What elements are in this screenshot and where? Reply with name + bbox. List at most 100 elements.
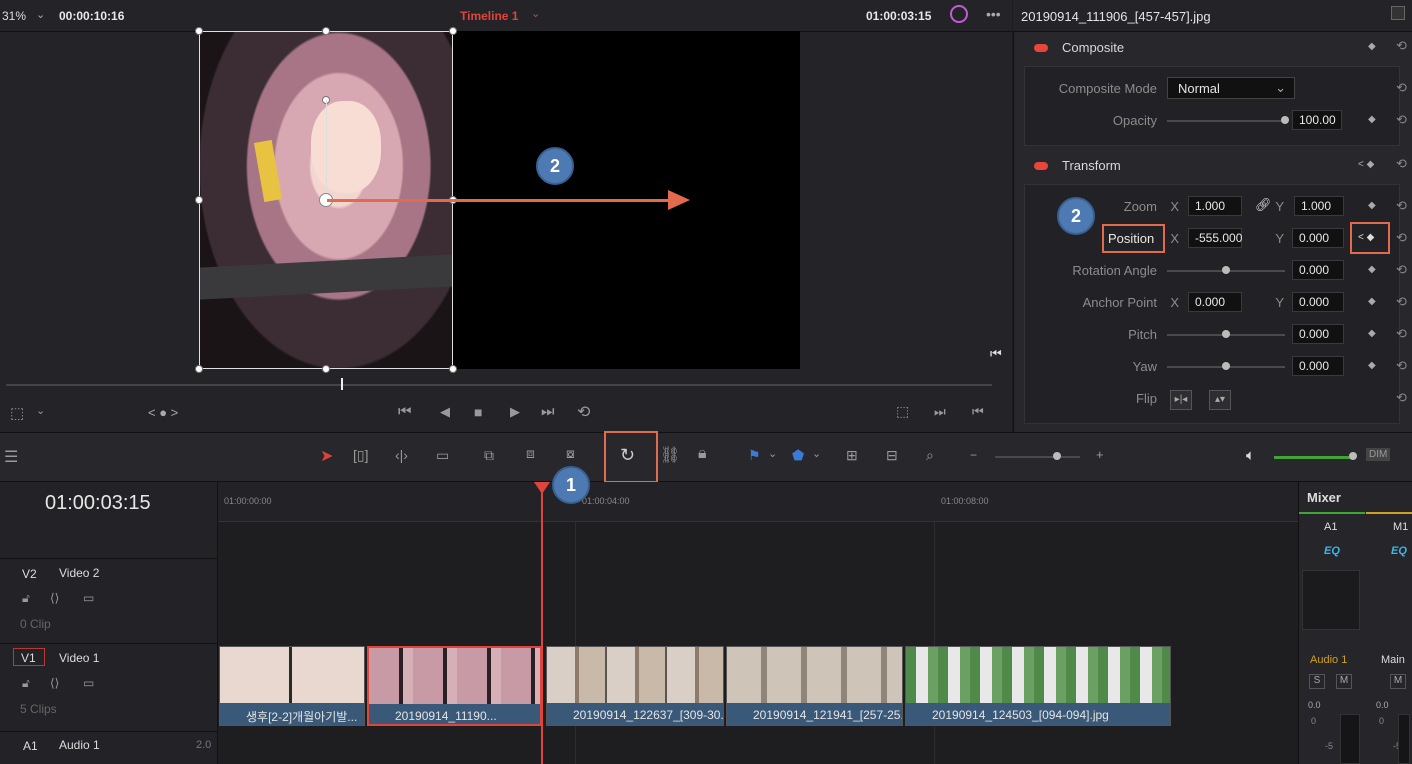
color-effects-icon[interactable] <box>950 5 968 23</box>
prev-frame-icon[interactable]: ⏮ <box>972 404 984 420</box>
scrubber-playhead[interactable] <box>341 378 343 390</box>
disable-track-icon[interactable]: ▭ <box>83 676 94 690</box>
playhead-marker[interactable] <box>534 482 550 494</box>
composite-mode-select[interactable]: Normal ⌄ <box>1167 77 1295 99</box>
transform-overlay-icon[interactable]: ⬚ <box>10 404 24 422</box>
position-y-field[interactable]: 0.000 <box>1292 228 1344 248</box>
pan-control[interactable] <box>1302 570 1360 630</box>
position-reset-icon[interactable]: ⟲ <box>1396 230 1407 246</box>
layout-toggle-icon[interactable]: ☰ <box>4 447 18 467</box>
more-options-icon[interactable]: ••• <box>986 6 1001 22</box>
anchor-y-field[interactable]: 0.000 <box>1292 292 1344 312</box>
yaw-keyframe-icon[interactable]: ◆ <box>1368 360 1376 371</box>
insert-clip-icon[interactable]: ⧉ <box>484 447 494 464</box>
transform-handle[interactable] <box>322 27 330 35</box>
zoom-keyframe-icon[interactable]: ◆ <box>1368 200 1376 211</box>
volume-slider[interactable] <box>1274 456 1352 459</box>
track-id-a1[interactable]: A1 <box>23 739 38 753</box>
yaw-field[interactable]: 0.000 <box>1292 356 1344 376</box>
overlay-dropdown-icon[interactable]: ⌄ <box>36 404 45 417</box>
jump-end-icon[interactable]: ⏭ <box>541 403 555 420</box>
main-fader[interactable] <box>1398 714 1410 764</box>
rotation-field[interactable]: 0.000 <box>1292 260 1344 280</box>
trim-tool-icon[interactable]: [▯] <box>353 447 368 464</box>
rotation-keyframe-icon[interactable]: ◆ <box>1368 264 1376 275</box>
pitch-field[interactable]: 0.000 <box>1292 324 1344 344</box>
opacity-keyframe-icon[interactable]: ◆ <box>1368 114 1376 125</box>
eq-label[interactable]: EQ <box>1391 545 1407 557</box>
opacity-slider[interactable] <box>1167 120 1285 122</box>
track-id-v2[interactable]: V2 <box>22 567 37 581</box>
position-x-field[interactable]: -555.000 <box>1188 228 1242 248</box>
zoom-reset-icon[interactable]: ⟲ <box>1396 198 1407 214</box>
timeline-clip-selected[interactable]: 20190914_11190... <box>367 646 542 726</box>
inspector-expand-icon[interactable] <box>1391 6 1405 20</box>
play-reverse-icon[interactable]: ◀ <box>440 404 450 420</box>
pitch-slider-knob[interactable] <box>1222 330 1230 338</box>
zoom-x-field[interactable]: 1.000 <box>1188 196 1242 216</box>
timeline-clip[interactable]: 20190914_124503_[094-094].jpg <box>905 646 1171 726</box>
yaw-slider-knob[interactable] <box>1222 362 1230 370</box>
flip-vertical-icon[interactable]: ▴▾ <box>1209 390 1231 410</box>
zoom-custom-icon[interactable]: ⌕ <box>926 447 934 464</box>
zoom-out-icon[interactable]: − <box>970 448 977 462</box>
timeline-name[interactable]: Timeline 1 <box>460 9 518 23</box>
audio1-fader[interactable] <box>1340 714 1360 764</box>
anchor-keyframe-icon[interactable]: ◆ <box>1368 296 1376 307</box>
snapping-icon[interactable]: ↻ <box>620 445 635 466</box>
transform-reset-icon[interactable]: ⟲ <box>1396 156 1407 172</box>
transform-header[interactable]: Transform <box>1062 158 1121 173</box>
zoom-y-field[interactable]: 1.000 <box>1294 196 1344 216</box>
flip-horizontal-icon[interactable]: ▸|◂ <box>1170 390 1192 410</box>
anchor-x-field[interactable]: 0.000 <box>1188 292 1242 312</box>
zoom-level[interactable]: 31% <box>2 9 26 23</box>
pitch-reset-icon[interactable]: ⟲ <box>1396 326 1407 342</box>
jump-start-icon[interactable]: ⏮ <box>398 403 412 420</box>
lock-icon[interactable]: 🔓︎ <box>22 676 30 691</box>
timeline-zoom-slider[interactable] <box>995 456 1080 458</box>
keyframe-nav[interactable]: < ● > <box>148 405 178 420</box>
next-frame-icon[interactable]: ⏭ <box>934 404 946 420</box>
first-frame-marker-icon[interactable]: ⏮ <box>990 346 1002 362</box>
overwrite-clip-icon[interactable]: ⧈ <box>526 445 535 462</box>
track-name-v2[interactable]: Video 2 <box>59 566 99 580</box>
transform-handle[interactable] <box>449 365 457 373</box>
timeline-clip[interactable]: 20190914_122637_[309-30... <box>546 646 724 726</box>
loop-icon[interactable]: ⟲ <box>577 402 590 422</box>
transform-keyframe-nav-icon[interactable]: < ◆ <box>1358 159 1374 170</box>
transform-handle[interactable] <box>195 365 203 373</box>
transform-handle[interactable] <box>195 27 203 35</box>
composite-mode-reset-icon[interactable]: ⟲ <box>1396 80 1407 96</box>
marker-dropdown-icon[interactable]: ⌄ <box>812 447 821 460</box>
position-keyframe-icon[interactable]: < ◆ <box>1358 232 1374 243</box>
selection-tool-icon[interactable]: ➤ <box>320 446 333 466</box>
anchor-reset-icon[interactable]: ⟲ <box>1396 294 1407 310</box>
replace-clip-icon[interactable]: ⧇ <box>566 445 575 462</box>
flip-reset-icon[interactable]: ⟲ <box>1396 390 1407 406</box>
yaw-reset-icon[interactable]: ⟲ <box>1396 358 1407 374</box>
track-name-v1[interactable]: Video 1 <box>59 651 99 665</box>
playhead[interactable] <box>541 486 543 764</box>
viewer-scrubber[interactable] <box>6 384 992 386</box>
dynamic-trim-icon[interactable]: ‹|› <box>395 447 408 463</box>
marker-icon[interactable]: ⬟ <box>792 447 804 464</box>
transform-handle[interactable] <box>322 365 330 373</box>
blade-tool-icon[interactable]: ▭ <box>436 447 449 464</box>
timeline-dropdown-icon[interactable]: ⌄ <box>531 7 540 20</box>
flag-dropdown-icon[interactable]: ⌄ <box>768 447 777 460</box>
stop-icon[interactable]: ■ <box>474 404 482 420</box>
volume-icon[interactable]: 🔈︎ <box>1246 447 1255 464</box>
zoom-dropdown-icon[interactable]: ⌄ <box>36 8 45 21</box>
opacity-slider-knob[interactable] <box>1281 116 1289 124</box>
pitch-keyframe-icon[interactable]: ◆ <box>1368 328 1376 339</box>
track-name-a1[interactable]: Audio 1 <box>59 738 100 752</box>
zoom-full-icon[interactable]: ⊞ <box>846 447 858 464</box>
composite-header[interactable]: Composite <box>1062 40 1124 55</box>
rotation-reset-icon[interactable]: ⟲ <box>1396 262 1407 278</box>
zoom-detail-icon[interactable]: ⊟ <box>886 447 898 464</box>
zoom-in-icon[interactable]: + <box>1096 447 1104 462</box>
timeline-ruler[interactable] <box>218 482 1298 522</box>
opacity-reset-icon[interactable]: ⟲ <box>1396 112 1407 128</box>
mute-button[interactable]: M <box>1390 674 1406 689</box>
mute-button[interactable]: M <box>1336 674 1352 689</box>
